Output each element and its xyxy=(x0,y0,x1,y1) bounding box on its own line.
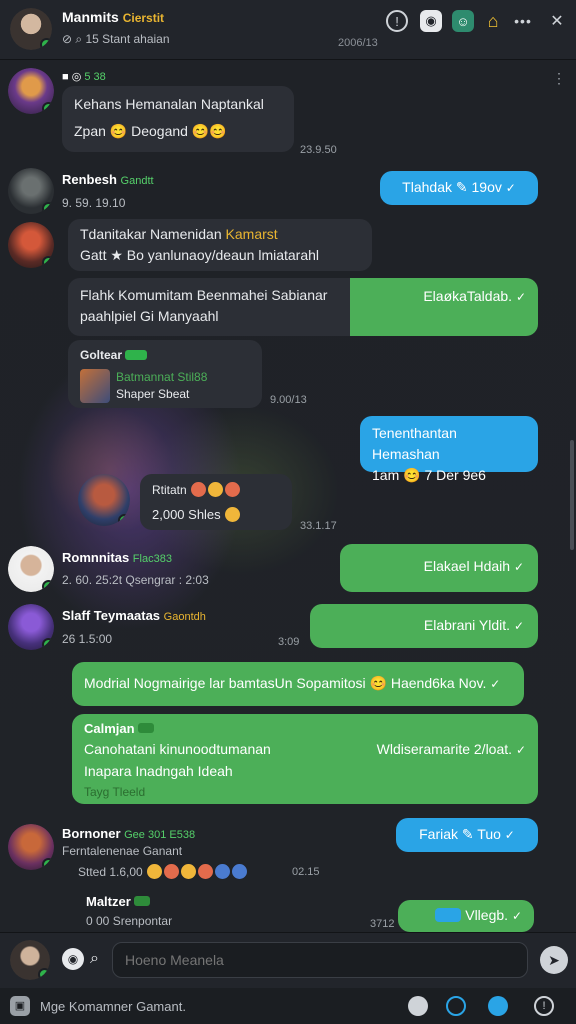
bell-icon[interactable]: ⌂ xyxy=(482,10,504,32)
message-time: 9.00/13 xyxy=(270,394,307,406)
message-bubble-outgoing[interactable]: Modrial Nogmairige lar bamtasUn Sopamito… xyxy=(72,662,524,706)
reply-chip[interactable]: Tlahdak ✎ 19ov ✓ xyxy=(380,171,538,205)
message-text: Kehans Hemanalan Naptankal xyxy=(74,96,264,112)
message-bubble-outgoing[interactable]: Tenenthantan Hemashan 1am 😊 7 Der 9e6 xyxy=(360,416,538,483)
message-text: Tenenthantan Hemashan xyxy=(372,425,457,462)
app-icon[interactable]: ▣ xyxy=(10,996,30,1016)
chat-subtitle: ⊘ ⌕ 15 Stant ahaian xyxy=(62,32,170,46)
avatar[interactable] xyxy=(8,168,54,214)
message-text: Zpan 😊 Deogand 😊😊 xyxy=(74,123,227,139)
avatar[interactable] xyxy=(78,474,130,526)
message-time: 3712 xyxy=(370,918,395,930)
message-bubble-outgoing[interactable]: Vllegb. ✓ xyxy=(398,900,534,932)
reply-chip[interactable]: Fariak ✎ Tuo ✓ xyxy=(396,818,538,852)
message-meta: 26 1.5:00 xyxy=(62,632,113,646)
message-text: Modrial Nogmairige lar bamtasUn Sopamito… xyxy=(84,675,487,691)
message-sub: Ferntalenenae Ganant xyxy=(62,844,183,858)
message-text: 1am 😊 7 Der 9e6 xyxy=(372,467,486,483)
message-sender: Bornoner Gee 301 E538 xyxy=(62,826,196,841)
message-text: Gatt ★ Bo yanlunaoy/deaun lmiatarahl xyxy=(80,247,320,263)
message-sender: ■ ◎ 5 38 xyxy=(62,71,106,83)
message-text: Inapara Inadngah Ideah xyxy=(84,763,233,779)
message-footer: Tayg Tleeld xyxy=(84,785,146,799)
chat-title: Manmits Cierstit xyxy=(62,9,165,25)
chat-window: Manmits Cierstit ⊘ ⌕ 15 Stant ahaian 200… xyxy=(0,0,576,1024)
avatar[interactable] xyxy=(8,824,54,870)
more-icon[interactable]: ••• xyxy=(512,10,534,32)
message-sender: Romnnitas Flac383 xyxy=(62,550,172,565)
timer-icon[interactable]: ! xyxy=(386,10,408,32)
message-time: 33.1.17 xyxy=(300,520,337,532)
bottom-bar: ▣ Mge Komamner Gamant. ! xyxy=(0,988,576,1024)
message-bubble-outgoing[interactable]: Elakael Hdaih ✓ xyxy=(340,544,538,592)
avatar[interactable] xyxy=(8,222,54,268)
message-sender: Renbesh Gandtt xyxy=(62,172,154,187)
message-bubble-outgoing[interactable]: Calmjan Canohatani kinunoodtumanan Wldise… xyxy=(72,714,538,804)
header-time: 2006/13 xyxy=(338,37,378,49)
message-sender: Maltzer xyxy=(86,894,151,909)
message-time: 02.15 xyxy=(292,866,320,878)
message-meta: 9. 59. 19.10 xyxy=(62,196,126,210)
avatar[interactable] xyxy=(8,546,54,592)
scrollbar[interactable] xyxy=(570,440,574,550)
message-sender: Slaff Teymaatas Gaontdh xyxy=(62,608,206,623)
emoji-icon[interactable] xyxy=(408,996,428,1016)
message-menu-icon[interactable]: ⋮ xyxy=(552,70,566,87)
attach-icon[interactable]: ◉ xyxy=(62,948,84,970)
message-meta: Stted 1.6,00 xyxy=(78,864,248,879)
message-bubble-outgoing[interactable]: ElaøkaTaldab. ✓ xyxy=(350,278,538,336)
message-bubble[interactable]: Tdanitakar Namenidan Kamarst Gatt ★ Bo y… xyxy=(68,219,372,271)
title-badge: Cierstit xyxy=(122,11,165,25)
camera-icon[interactable]: ◉ xyxy=(420,10,442,32)
message-bubble[interactable]: Rtitatn 2,000 Shles xyxy=(140,474,292,530)
info-icon[interactable]: ! xyxy=(534,996,554,1016)
message-bubble[interactable]: Flahk Komumitam Beenmahei Sabianar paahl… xyxy=(68,278,358,336)
close-icon[interactable]: ✕ xyxy=(546,10,568,32)
message-meta: 2. 60. 25:2t Qsengrar : 2:03 xyxy=(62,573,209,587)
quote-thumbnail xyxy=(80,369,110,403)
message-bubble[interactable]: Kehans Hemanalan Naptankal Zpan 😊 Deogan… xyxy=(62,86,294,152)
message-input[interactable] xyxy=(112,942,528,978)
bottom-text: Mge Komamner Gamant. xyxy=(40,999,186,1014)
search-icon[interactable]: ⌕ xyxy=(90,948,99,970)
my-avatar[interactable] xyxy=(10,940,50,980)
header-avatar[interactable] xyxy=(10,8,52,50)
share-icon[interactable] xyxy=(488,996,508,1016)
message-bubble[interactable]: Goltear Batmannat Stil88 Shaper Sbeat xyxy=(68,340,262,408)
message-bubble-outgoing[interactable]: Elabrani Yldit. ✓ xyxy=(310,604,538,648)
message-text: paahlpiel Gi Manyaahl xyxy=(80,308,219,324)
globe-icon[interactable] xyxy=(446,996,466,1016)
chat-header: Manmits Cierstit ⊘ ⌕ 15 Stant ahaian 200… xyxy=(0,0,576,60)
message-time: 3:09 xyxy=(278,636,300,648)
message-meta: 0 00 Srenpontar xyxy=(86,914,173,928)
avatar[interactable] xyxy=(8,604,54,650)
sticker-icon[interactable]: ☺ xyxy=(452,10,474,32)
message-time: 23.9.50 xyxy=(300,144,337,156)
avatar[interactable] xyxy=(8,68,54,114)
message-text: Flahk Komumitam Beenmahei Sabianar xyxy=(80,287,328,303)
send-icon[interactable]: ➤ xyxy=(540,946,568,974)
